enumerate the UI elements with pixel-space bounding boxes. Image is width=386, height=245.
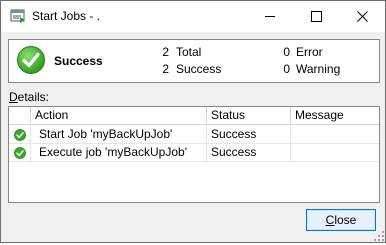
cell-action: Execute job 'myBackUpJob' [31, 144, 207, 162]
close-button-rest: lose [334, 213, 357, 227]
window-title: Start Jobs - . [32, 9, 101, 23]
total-count: 2 [162, 45, 169, 59]
minimize-icon [265, 16, 275, 17]
column-header-status[interactable]: Status [207, 107, 291, 125]
column-header-message[interactable]: Message [291, 107, 379, 125]
cell-status: Success [207, 144, 291, 162]
close-button[interactable]: Close [306, 209, 376, 231]
cell-status: Success [207, 126, 291, 144]
warning-label: Warning [296, 62, 341, 76]
status-text: Success [54, 54, 103, 68]
success-icon [14, 129, 26, 141]
details-label-mnemonic: D [9, 90, 18, 104]
details-label: Details: [9, 90, 49, 104]
details-label-rest: etails: [17, 90, 50, 104]
table-header: Action Status Message [9, 107, 379, 125]
success-count: 2 [162, 62, 169, 76]
title-bar[interactable]: Start Jobs - . [1, 1, 385, 32]
table-row[interactable]: Execute job 'myBackUpJob' Success [9, 144, 379, 162]
column-header-action[interactable]: Action [31, 107, 207, 125]
warning-count: 0 [283, 62, 290, 76]
summary-panel: Success 2 Total 2 Success 0 Error 0 Warn… [8, 39, 380, 83]
close-window-button[interactable] [339, 1, 385, 32]
start-jobs-dialog: Start Jobs - . Success 2 Total 2 Success… [0, 0, 386, 243]
cell-message [291, 126, 379, 144]
table-row[interactable]: Start Job 'myBackUpJob' Success [9, 126, 379, 144]
error-label: Error [296, 45, 323, 59]
start-jobs-icon [10, 8, 26, 24]
header-icon-column[interactable] [9, 107, 31, 125]
resize-grip-icon [374, 231, 384, 241]
maximize-button[interactable] [293, 1, 339, 32]
resize-grip[interactable] [373, 230, 385, 242]
success-icon [14, 147, 26, 159]
cell-action: Start Job 'myBackUpJob' [31, 126, 207, 144]
details-table[interactable]: Action Status Message Start Job 'myBackU… [8, 106, 380, 203]
error-count: 0 [283, 45, 290, 59]
maximize-icon [311, 11, 322, 22]
success-label: Success [176, 62, 222, 76]
check-circle-icon [16, 45, 46, 75]
close-icon [357, 11, 368, 22]
total-label: Total [176, 45, 202, 59]
cell-message [291, 144, 379, 162]
minimize-button[interactable] [247, 1, 293, 32]
